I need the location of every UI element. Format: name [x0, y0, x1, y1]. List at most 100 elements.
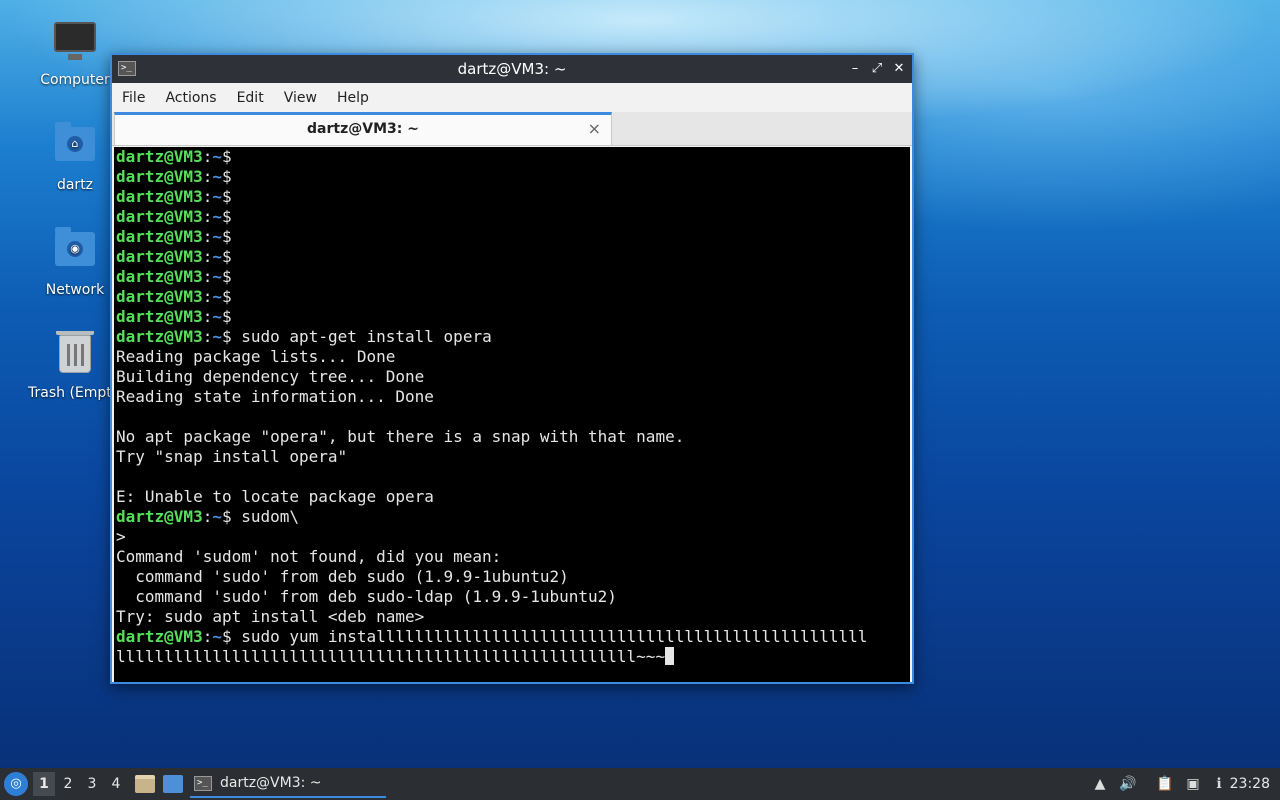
text-cursor [665, 647, 675, 665]
prompt-user: dartz@VM3 [116, 207, 203, 226]
prompt-separator: : [202, 247, 213, 266]
network-icon[interactable]: ▣ [1183, 774, 1203, 794]
prompt-path: ~ [212, 187, 222, 206]
volume-icon[interactable]: 🔊 [1118, 774, 1138, 794]
terminal-line: dartz@VM3:~$ sudom\ [116, 507, 910, 527]
menu-edit[interactable]: Edit [233, 90, 274, 106]
prompt-symbol: $ [221, 287, 232, 306]
terminal-line: Reading package lists... Done [116, 347, 910, 367]
prompt-symbol: $ [221, 247, 232, 266]
output-text: Command 'sudom' not found, did you mean: [116, 547, 502, 566]
prompt-separator: : [202, 507, 213, 526]
clipboard-icon[interactable]: 📋 [1155, 774, 1175, 794]
prompt-separator: : [202, 167, 213, 186]
network-folder-icon: ◉ [53, 227, 97, 276]
terminal-line: Command 'sudom' not found, did you mean: [116, 547, 910, 567]
terminal-line: No apt package "opera", but there is a s… [116, 427, 910, 447]
tab-terminal[interactable]: dartz@VM3: ~ × [114, 112, 612, 145]
menu-view[interactable]: View [280, 90, 327, 106]
prompt-path: ~ [212, 247, 222, 266]
output-text: llllllllllllllllllllllllllllllllllllllll… [116, 647, 666, 666]
clock[interactable]: 23:28 [1230, 768, 1270, 800]
prompt-user: dartz@VM3 [116, 627, 203, 646]
update-notifier-icon[interactable]: ℹ [1209, 774, 1229, 794]
prompt-path: ~ [212, 147, 222, 166]
lubuntu-menu-icon[interactable]: ◎ [4, 772, 28, 796]
prompt-user: dartz@VM3 [116, 267, 203, 286]
workspace-3[interactable]: 3 [81, 772, 103, 796]
prompt-path: ~ [212, 167, 222, 186]
command-text: sudo apt-get install opera [231, 327, 492, 346]
output-text: Try: sudo apt install <deb name> [116, 607, 425, 626]
output-text: Reading package lists... Done [116, 347, 396, 366]
tab-close-icon[interactable]: × [588, 115, 601, 143]
terminal-line: Try: sudo apt install <deb name> [116, 607, 910, 627]
prompt-user: dartz@VM3 [116, 167, 203, 186]
workspace-4[interactable]: 4 [105, 772, 127, 796]
menu-file[interactable]: File [118, 90, 155, 106]
menu-actions[interactable]: Actions [161, 90, 226, 106]
terminal-line: Building dependency tree... Done [116, 367, 910, 387]
file-manager-icon[interactable] [135, 775, 155, 793]
terminal-output[interactable]: dartz@VM3:~$ dartz@VM3:~$ dartz@VM3:~$ dart… [114, 147, 910, 682]
tab-bar: dartz@VM3: ~ × [112, 112, 912, 146]
output-text: Try "snap install opera" [116, 447, 348, 466]
terminal-app-icon[interactable]: >_ [118, 61, 136, 76]
maximize-button[interactable]: ⤢ [870, 62, 884, 76]
prompt-symbol: $ [221, 147, 232, 166]
terminal-line: dartz@VM3:~$ [116, 167, 910, 187]
prompt-symbol: $ [221, 187, 232, 206]
computer-icon [53, 22, 97, 66]
terminal-line: > [116, 527, 910, 547]
prompt-symbol: $ [221, 167, 232, 186]
prompt-user: dartz@VM3 [116, 287, 203, 306]
workspace-1[interactable]: 1 [33, 772, 55, 796]
terminal-line: dartz@VM3:~$ [116, 227, 910, 247]
prompt-symbol: $ [221, 627, 232, 646]
minimize-button[interactable]: – [848, 62, 862, 76]
prompt-path: ~ [212, 207, 222, 226]
terminal-line: command 'sudo' from deb sudo-ldap (1.9.9… [116, 587, 910, 607]
terminal-line: dartz@VM3:~$ [116, 147, 910, 167]
prompt-separator: : [202, 327, 213, 346]
output-text: No apt package "opera", but there is a s… [116, 427, 685, 446]
window-titlebar[interactable]: >_ dartz@VM3: ~ – ⤢ ✕ [112, 55, 912, 83]
taskbar-task-terminal[interactable]: >_ dartz@VM3: ~ [190, 770, 386, 798]
terminal-line: dartz@VM3:~$ [116, 267, 910, 287]
output-text: command 'sudo' from deb sudo (1.9.9-1ubu… [116, 567, 569, 586]
prompt-separator: : [202, 227, 213, 246]
prompt-path: ~ [212, 507, 222, 526]
tray-up-icon[interactable]: ▲ [1090, 774, 1110, 794]
show-desktop-icon[interactable] [163, 775, 183, 793]
menu-bar: File Actions Edit View Help [112, 83, 912, 112]
terminal-line: dartz@VM3:~$ sudo apt-get install opera [116, 327, 910, 347]
terminal-line: command 'sudo' from deb sudo (1.9.9-1ubu… [116, 567, 910, 587]
menu-help[interactable]: Help [333, 90, 379, 106]
terminal-line: dartz@VM3:~$ [116, 207, 910, 227]
prompt-path: ~ [212, 267, 222, 286]
terminal-line: dartz@VM3:~$ [116, 287, 910, 307]
prompt-separator: : [202, 147, 213, 166]
terminal-line: dartz@VM3:~$ [116, 187, 910, 207]
prompt-user: dartz@VM3 [116, 227, 203, 246]
prompt-separator: : [202, 307, 213, 326]
terminal-window: >_ dartz@VM3: ~ – ⤢ ✕ File Actions Edit … [110, 53, 914, 684]
prompt-symbol: $ [221, 507, 232, 526]
prompt-path: ~ [212, 307, 222, 326]
output-text: > [116, 527, 126, 546]
prompt-symbol: $ [221, 327, 232, 346]
prompt-symbol: $ [221, 207, 232, 226]
workspace-2[interactable]: 2 [57, 772, 79, 796]
home-folder-icon: ⌂ [53, 122, 97, 171]
close-button[interactable]: ✕ [892, 62, 906, 76]
prompt-user: dartz@VM3 [116, 187, 203, 206]
prompt-symbol: $ [221, 227, 232, 246]
terminal-line: Reading state information... Done [116, 387, 910, 407]
command-text: sudo yum installllllllllllllllllllllllll… [231, 627, 868, 646]
prompt-path: ~ [212, 287, 222, 306]
prompt-path: ~ [212, 327, 222, 346]
terminal-line: dartz@VM3:~$ sudo yum installlllllllllll… [116, 627, 910, 647]
terminal-line: llllllllllllllllllllllllllllllllllllllll… [116, 647, 910, 667]
